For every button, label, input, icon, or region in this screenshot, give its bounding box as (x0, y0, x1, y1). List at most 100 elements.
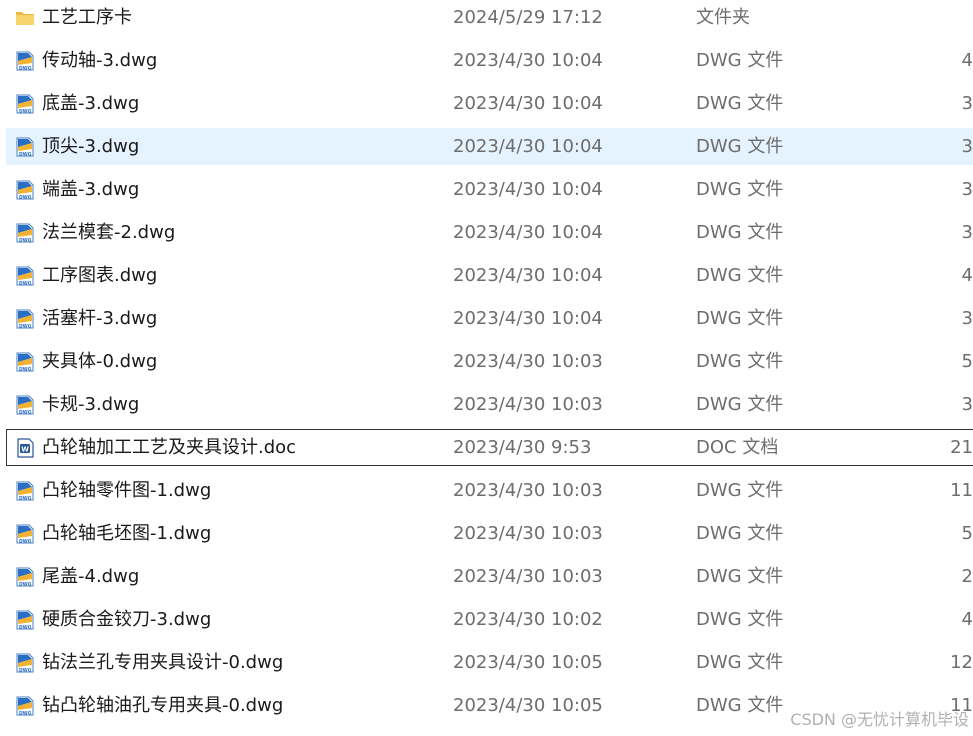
file-size: 3 (961, 394, 973, 415)
file-name[interactable]: 端盖-3.dwg (42, 178, 139, 202)
svg-text:DWG: DWG (19, 582, 32, 588)
file-type: DWG 文件 (696, 566, 784, 587)
file-type: DWG 文件 (696, 480, 784, 501)
svg-text:DWG: DWG (19, 625, 32, 631)
file-row[interactable]: DWG 工序图表.dwg 2023/4/30 10:04 DWG 文件 4 (6, 257, 973, 294)
file-row[interactable]: DWG 底盖-3.dwg 2023/4/30 10:04 DWG 文件 3 (6, 85, 973, 122)
file-row[interactable]: W 凸轮轴加工工艺及夹具设计.doc 2023/4/30 9:53 DOC 文档 21 (6, 429, 973, 466)
file-size: 12 (950, 652, 973, 673)
file-modified-date: 2023/4/30 10:04 (453, 93, 603, 114)
file-modified-date: 2024/5/29 17:12 (453, 7, 603, 28)
dwg-file-icon: DWG (15, 653, 35, 674)
file-row[interactable]: DWG 法兰模套-2.dwg 2023/4/30 10:04 DWG 文件 3 (6, 214, 973, 251)
file-name[interactable]: 凸轮轴毛坯图-1.dwg (42, 522, 211, 546)
dwg-file-icon: DWG (15, 94, 35, 115)
dwg-file-icon: DWG (15, 266, 35, 287)
file-type: DWG 文件 (696, 394, 784, 415)
file-size: 3 (961, 179, 973, 200)
file-size: 4 (961, 50, 973, 71)
file-modified-date: 2023/4/30 10:03 (453, 351, 603, 372)
file-type: DWG 文件 (696, 179, 784, 200)
file-name[interactable]: 活塞杆-3.dwg (42, 307, 157, 331)
file-row[interactable]: DWG 凸轮轴零件图-1.dwg 2023/4/30 10:03 DWG 文件 11 (6, 472, 973, 509)
file-name[interactable]: 传动轴-3.dwg (42, 49, 157, 73)
file-size: 3 (961, 93, 973, 114)
file-name[interactable]: 凸轮轴加工工艺及夹具设计.doc (42, 436, 296, 460)
svg-text:DWG: DWG (19, 410, 32, 416)
dwg-file-icon: DWG (15, 223, 35, 244)
file-modified-date: 2023/4/30 10:02 (453, 609, 603, 630)
file-row[interactable]: DWG 钻法兰孔专用夹具设计-0.dwg 2023/4/30 10:05 DWG 文件… (6, 644, 973, 681)
file-name[interactable]: 钻法兰孔专用夹具设计-0.dwg (42, 651, 283, 675)
file-size: 4 (961, 609, 973, 630)
svg-text:W: W (21, 446, 29, 454)
svg-text:DWG: DWG (19, 711, 32, 717)
file-name[interactable]: 尾盖-4.dwg (42, 565, 139, 589)
svg-text:DWG: DWG (19, 66, 32, 72)
file-type: DOC 文档 (696, 437, 779, 458)
file-modified-date: 2023/4/30 10:04 (453, 222, 603, 243)
file-row[interactable]: DWG 顶尖-3.dwg 2023/4/30 10:04 DWG 文件 3 (6, 128, 973, 165)
file-name[interactable]: 硬质合金铰刀-3.dwg (42, 608, 211, 632)
file-modified-date: 2023/4/30 10:05 (453, 695, 603, 716)
file-modified-date: 2023/4/30 10:04 (453, 136, 603, 157)
word-doc-icon: W (15, 438, 35, 458)
file-row[interactable]: 工艺工序卡 2024/5/29 17:12 文件夹 (6, 0, 973, 36)
file-type: DWG 文件 (696, 308, 784, 329)
file-name[interactable]: 夹具体-0.dwg (42, 350, 157, 374)
file-name[interactable]: 法兰模套-2.dwg (42, 221, 175, 245)
file-list: 工艺工序卡 2024/5/29 17:12 文件夹 DWG 传动轴-3.dwg 2023/… (0, 0, 973, 736)
svg-text:DWG: DWG (19, 109, 32, 115)
dwg-file-icon: DWG (15, 395, 35, 416)
file-type: DWG 文件 (696, 136, 784, 157)
file-type: DWG 文件 (696, 50, 784, 71)
file-row[interactable]: DWG 夹具体-0.dwg 2023/4/30 10:03 DWG 文件 5 (6, 343, 973, 380)
file-name[interactable]: 卡规-3.dwg (42, 393, 139, 417)
file-name[interactable]: 钻凸轮轴油孔专用夹具-0.dwg (42, 694, 283, 718)
file-name[interactable]: 工序图表.dwg (42, 264, 157, 288)
file-row[interactable]: DWG 凸轮轴毛坯图-1.dwg 2023/4/30 10:03 DWG 文件 5 (6, 515, 973, 552)
file-type: DWG 文件 (696, 351, 784, 372)
svg-text:DWG: DWG (19, 238, 32, 244)
file-name[interactable]: 凸轮轴零件图-1.dwg (42, 479, 211, 503)
file-modified-date: 2023/4/30 10:03 (453, 394, 603, 415)
file-modified-date: 2023/4/30 10:03 (453, 523, 603, 544)
file-name[interactable]: 顶尖-3.dwg (42, 135, 139, 159)
dwg-file-icon: DWG (15, 180, 35, 201)
file-type: 文件夹 (696, 7, 750, 28)
file-type: DWG 文件 (696, 93, 784, 114)
file-size: 5 (961, 351, 973, 372)
file-name[interactable]: 底盖-3.dwg (42, 92, 139, 116)
file-size: 11 (950, 480, 973, 501)
file-size: 3 (961, 222, 973, 243)
dwg-file-icon: DWG (15, 696, 35, 717)
file-row[interactable]: DWG 活塞杆-3.dwg 2023/4/30 10:04 DWG 文件 3 (6, 300, 973, 337)
file-size: 4 (961, 265, 973, 286)
file-modified-date: 2023/4/30 9:53 (453, 437, 592, 458)
file-modified-date: 2023/4/30 10:04 (453, 265, 603, 286)
file-type: DWG 文件 (696, 695, 784, 716)
file-type: DWG 文件 (696, 609, 784, 630)
svg-text:DWG: DWG (19, 496, 32, 502)
file-type: DWG 文件 (696, 652, 784, 673)
file-modified-date: 2023/4/30 10:04 (453, 308, 603, 329)
svg-text:DWG: DWG (19, 367, 32, 373)
file-size: 2 (961, 566, 973, 587)
folder-icon (15, 8, 35, 28)
dwg-file-icon: DWG (15, 352, 35, 373)
file-type: DWG 文件 (696, 222, 784, 243)
file-row[interactable]: DWG 硬质合金铰刀-3.dwg 2023/4/30 10:02 DWG 文件 4 (6, 601, 973, 638)
file-type: DWG 文件 (696, 523, 784, 544)
dwg-file-icon: DWG (15, 524, 35, 545)
file-row[interactable]: DWG 传动轴-3.dwg 2023/4/30 10:04 DWG 文件 4 (6, 42, 973, 79)
file-row[interactable]: DWG 卡规-3.dwg 2023/4/30 10:03 DWG 文件 3 (6, 386, 973, 423)
file-row[interactable]: DWG 端盖-3.dwg 2023/4/30 10:04 DWG 文件 3 (6, 171, 973, 208)
file-size: 3 (961, 136, 973, 157)
file-modified-date: 2023/4/30 10:03 (453, 480, 603, 501)
file-size: 21 (950, 437, 973, 458)
dwg-file-icon: DWG (15, 567, 35, 588)
svg-text:DWG: DWG (19, 539, 32, 545)
svg-text:DWG: DWG (19, 324, 32, 330)
file-name[interactable]: 工艺工序卡 (42, 6, 132, 30)
file-row[interactable]: DWG 尾盖-4.dwg 2023/4/30 10:03 DWG 文件 2 (6, 558, 973, 595)
